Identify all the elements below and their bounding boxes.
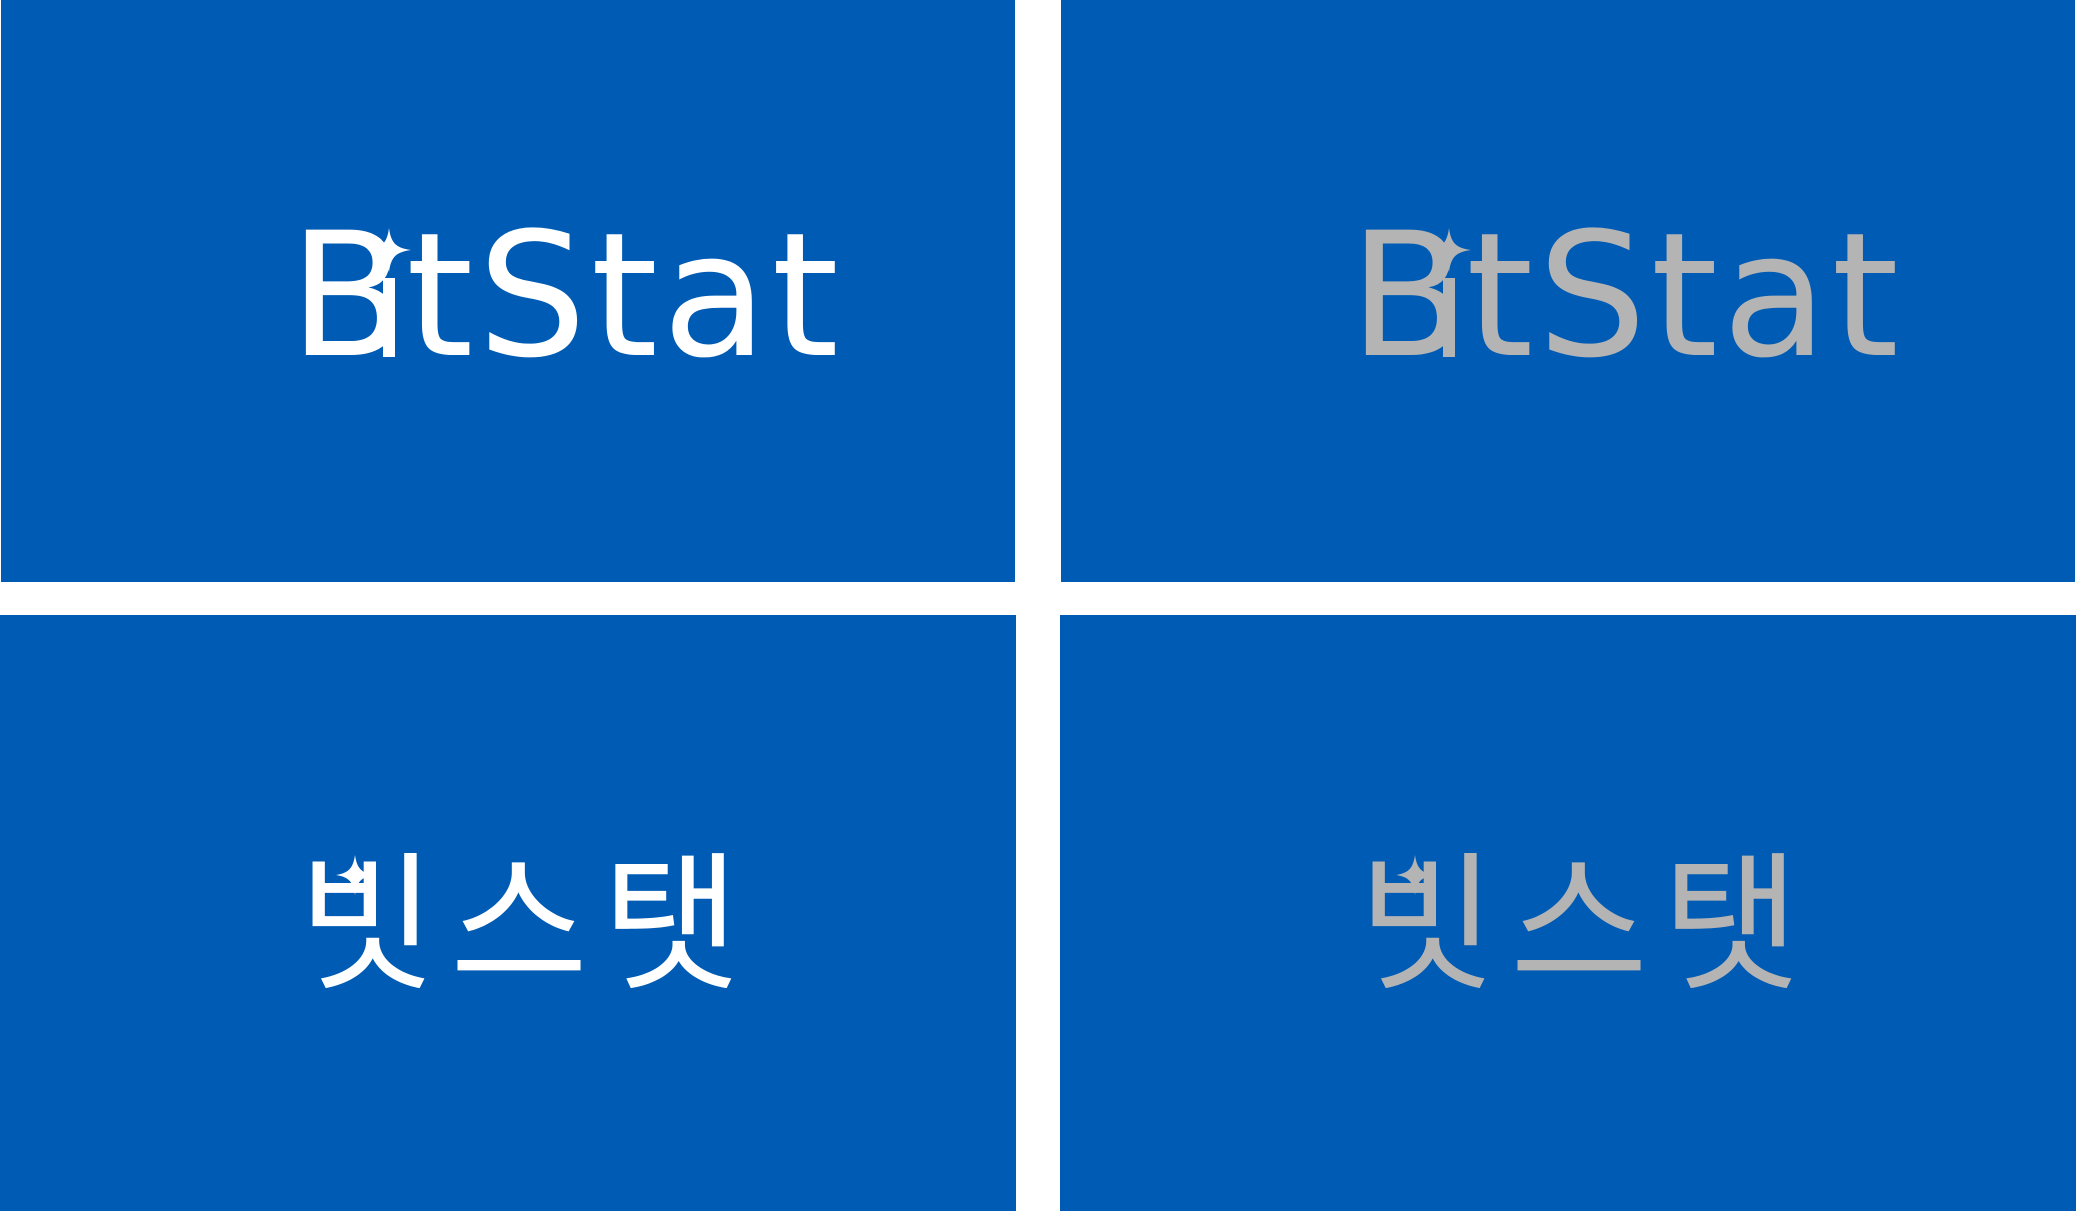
panel-korean-gray: 빗스탯 bbox=[1060, 615, 2076, 1211]
logo-variants-grid: B tStat B tStat 빗스탯 빗스탯 bbox=[0, 0, 2076, 1211]
logo-english-gray: B tStat bbox=[1349, 195, 1903, 396]
panel-korean-white: 빗스탯 bbox=[0, 615, 1016, 1211]
logo-korean-gray: 빗스탯 bbox=[1358, 839, 1814, 1013]
logo-korean-text: 빗스탯 bbox=[1358, 839, 1814, 1013]
logo-korean-text: 빗스탯 bbox=[298, 839, 754, 1013]
panel-english-white: B tStat bbox=[1, 0, 1015, 582]
panel-english-gray: B tStat bbox=[1061, 0, 2075, 582]
logo-korean-white: 빗스탯 bbox=[298, 839, 754, 1013]
logo-letter-i-stem bbox=[1443, 278, 1455, 357]
logo-english-white: B tStat bbox=[289, 195, 843, 396]
logo-word-rest: tStat bbox=[406, 195, 843, 396]
logo-letter-i-stem bbox=[383, 278, 395, 357]
logo-word-rest: tStat bbox=[1466, 195, 1903, 396]
